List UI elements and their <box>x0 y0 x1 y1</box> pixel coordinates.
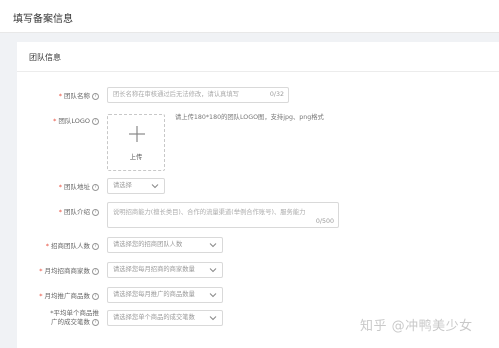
team-name-counter: 0/32 <box>269 91 284 98</box>
page-title: 填写备案信息 <box>13 14 73 25</box>
products-monthly-value: 请选择您每月推广的商品数量 <box>113 291 195 298</box>
team-address-label: * 团队地址? <box>59 181 99 191</box>
required-marker: * <box>58 208 62 216</box>
team-name-input[interactable]: 团长名称在审核通过后无法修改，请认真填写 0/32 <box>107 87 289 103</box>
avg-deals-select[interactable]: 请选择您单个商品的成交笔数 <box>107 310 223 326</box>
plus-icon <box>129 126 145 142</box>
form-card: 团队信息 * 团队名称? 团长名称在审核通过后无法修改，请认真填写 0/32 * 团… <box>17 42 499 348</box>
required-marker: * <box>45 242 49 250</box>
required-marker: * <box>53 117 57 125</box>
chevron-down-icon <box>151 184 159 189</box>
team-address-select[interactable]: 请选择 <box>107 178 165 194</box>
avg-deals-value: 请选择您单个商品的成交笔数 <box>113 314 195 321</box>
chevron-down-icon <box>209 268 217 273</box>
help-icon[interactable]: ? <box>92 117 99 125</box>
help-icon[interactable]: ? <box>92 318 99 326</box>
required-marker: * <box>39 267 43 275</box>
help-icon[interactable]: ? <box>92 292 99 300</box>
top-bar: 填写备案信息 <box>0 0 499 33</box>
recruit-count-value: 请选择您的招商团队人数 <box>113 241 183 248</box>
products-monthly-select[interactable]: 请选择您每月推广的商品数量 <box>107 287 223 303</box>
merchants-monthly-value: 请选择您每月招商的商家数量 <box>113 266 195 273</box>
required-marker: * <box>39 292 43 300</box>
recruit-count-select[interactable]: 请选择您的招商团队人数 <box>107 237 223 253</box>
recruit-count-label: * 招商团队人数? <box>46 240 99 250</box>
merchants-monthly-label: * 月均招商商家数? <box>39 265 99 275</box>
upload-label: 上传 <box>129 154 143 161</box>
products-monthly-label: * 月均推广商品数? <box>39 290 99 300</box>
team-logo-label: * 团队LOGO? <box>53 115 99 125</box>
help-icon[interactable]: ? <box>92 183 99 191</box>
section-divider <box>17 71 499 72</box>
team-name-label: * 团队名称? <box>59 90 99 100</box>
team-address-value: 请选择 <box>113 182 132 189</box>
chevron-down-icon <box>209 293 217 298</box>
help-icon[interactable]: ? <box>92 242 99 250</box>
help-icon[interactable]: ? <box>92 267 99 275</box>
merchants-monthly-select[interactable]: 请选择您每月招商的商家数量 <box>107 262 223 278</box>
team-intro-label: * 团队介绍? <box>59 206 99 216</box>
team-intro-textarea[interactable]: 说明招商能力(擅长类目)、合作的流量渠道(举例合作账号)、服务能力 0/500 <box>107 202 339 228</box>
logo-upload-box[interactable]: 上传 <box>107 114 165 171</box>
logo-hint: 请上传180*180的团队LOGO图，支持jpg、png格式 <box>175 114 324 121</box>
team-intro-placeholder: 说明招商能力(擅长类目)、合作的流量渠道(举例合作账号)、服务能力 <box>113 209 306 216</box>
avg-deals-label: *平均单个商品推 广的成交笔数? <box>50 309 99 326</box>
chevron-down-icon <box>209 316 217 321</box>
section-title: 团队信息 <box>29 53 61 62</box>
chevron-down-icon <box>209 243 217 248</box>
watermark: 知乎 @冲鸭美少女 <box>360 319 473 334</box>
help-icon[interactable]: ? <box>92 208 99 216</box>
help-icon[interactable]: ? <box>92 92 99 100</box>
required-marker: * <box>58 92 62 100</box>
team-intro-counter: 0/500 <box>315 218 334 225</box>
required-marker: * <box>58 183 62 191</box>
team-name-placeholder: 团长名称在审核通过后无法修改，请认真填写 <box>113 91 239 98</box>
